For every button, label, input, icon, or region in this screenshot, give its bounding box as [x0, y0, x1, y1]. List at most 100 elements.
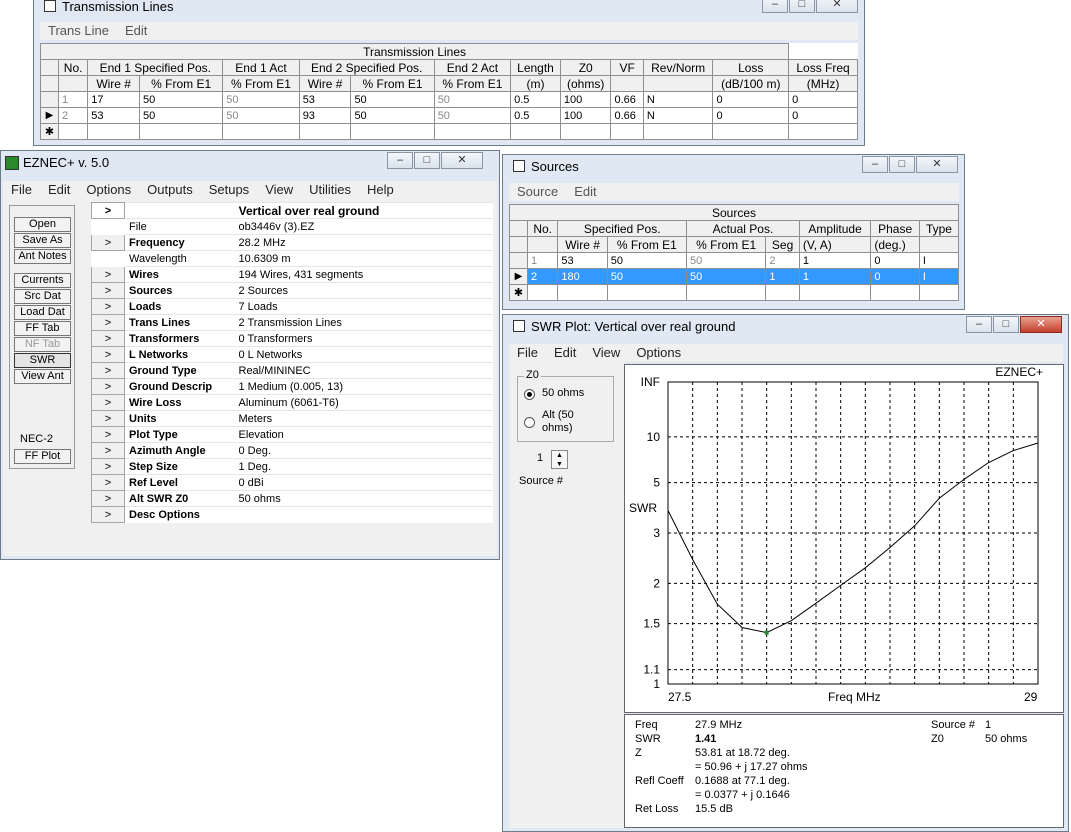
- maximize-icon[interactable]: □: [414, 152, 440, 169]
- cell[interactable]: 180: [557, 268, 608, 285]
- cell[interactable]: 50: [606, 252, 688, 269]
- expand-arrow[interactable]: >: [91, 330, 125, 347]
- maximize-icon[interactable]: □: [789, 0, 815, 13]
- expand-arrow[interactable]: >: [91, 442, 125, 459]
- expand-arrow[interactable]: >: [91, 506, 125, 523]
- param-row-sources[interactable]: > Sources 2 Sources: [91, 282, 493, 299]
- param-row-units[interactable]: > Units Meters: [91, 410, 493, 427]
- menu-view[interactable]: View: [257, 181, 301, 199]
- cell[interactable]: 50: [433, 107, 512, 124]
- expand-arrow[interactable]: >: [91, 458, 125, 475]
- close-icon[interactable]: ✕: [816, 0, 858, 13]
- menu-utilities[interactable]: Utilities: [301, 181, 359, 199]
- cell[interactable]: 0.5: [510, 107, 561, 124]
- cell[interactable]: 50: [433, 91, 512, 108]
- eznec-titlebar[interactable]: EZNEC+ v. 5.0 – □ ✕: [1, 151, 499, 175]
- cell[interactable]: 53: [557, 252, 608, 269]
- expand-arrow[interactable]: >: [91, 314, 125, 331]
- expand-arrow[interactable]: >: [91, 362, 125, 379]
- param-row-plot-type[interactable]: > Plot Type Elevation: [91, 426, 493, 443]
- cell[interactable]: 2: [765, 252, 800, 269]
- cell[interactable]: 0: [788, 107, 858, 124]
- menu-view[interactable]: View: [584, 344, 628, 362]
- new-row[interactable]: ✱: [40, 123, 858, 140]
- expand-arrow[interactable]: >: [91, 394, 125, 411]
- spinner-arrows-icon[interactable]: ▲ ▼: [551, 450, 568, 469]
- cell[interactable]: 100: [559, 107, 612, 124]
- cell[interactable]: 50: [350, 107, 435, 124]
- cell[interactable]: I: [918, 268, 960, 285]
- expand-arrow[interactable]: >: [91, 298, 125, 315]
- cell[interactable]: 0: [870, 252, 920, 269]
- param-row-ground-type[interactable]: > Ground Type Real/MININEC: [91, 362, 493, 379]
- cell[interactable]: 2: [57, 107, 89, 124]
- cell[interactable]: 0: [870, 268, 920, 285]
- cell[interactable]: N: [642, 91, 714, 108]
- load-dat-button[interactable]: Load Dat: [14, 305, 71, 320]
- maximize-icon[interactable]: □: [993, 316, 1019, 333]
- cell[interactable]: 50: [139, 91, 224, 108]
- menu-options[interactable]: Options: [78, 181, 139, 199]
- param-row-l-networks[interactable]: > L Networks 0 L Networks: [91, 346, 493, 363]
- expand-arrow[interactable]: >: [91, 234, 125, 251]
- view-ant-button[interactable]: View Ant: [14, 369, 71, 384]
- minimize-icon[interactable]: –: [862, 156, 888, 173]
- param-row-frequency[interactable]: > Frequency 28.2 MHz: [91, 234, 493, 251]
- cell[interactable]: 0.66: [610, 107, 644, 124]
- close-icon[interactable]: ✕: [441, 152, 483, 169]
- cell[interactable]: 50: [139, 107, 224, 124]
- radio-alt-label[interactable]: Alt (50 ohms): [542, 409, 604, 435]
- menu-edit[interactable]: Edit: [566, 183, 604, 201]
- menu-trans-line[interactable]: Trans Line: [40, 22, 117, 40]
- param-row-wire-loss[interactable]: > Wire Loss Aluminum (6061-T6): [91, 394, 493, 411]
- minimize-icon[interactable]: –: [387, 152, 413, 169]
- transmission-lines-titlebar[interactable]: Transmission Lines – □ ✕: [34, 0, 864, 19]
- expand-arrow[interactable]: >: [91, 474, 125, 491]
- param-row-trans-lines[interactable]: > Trans Lines 2 Transmission Lines: [91, 314, 493, 331]
- cell[interactable]: 1: [798, 268, 872, 285]
- radio-alt[interactable]: [524, 417, 535, 428]
- expand-arrow[interactable]: >: [91, 346, 125, 363]
- expand-arrow[interactable]: >: [91, 490, 125, 507]
- currents-button[interactable]: Currents: [14, 273, 71, 288]
- param-row-ground-descrip[interactable]: > Ground Descrip 1 Medium (0.005, 13): [91, 378, 493, 395]
- param-row-azimuth-angle[interactable]: > Azimuth Angle 0 Deg.: [91, 442, 493, 459]
- param-row-wires[interactable]: > Wires 194 Wires, 431 segments: [91, 266, 493, 283]
- cell[interactable]: 53: [298, 91, 352, 108]
- cell[interactable]: 0: [788, 91, 858, 108]
- cell[interactable]: 50: [222, 91, 300, 108]
- close-icon[interactable]: ✕: [1020, 316, 1062, 333]
- cell[interactable]: 93: [298, 107, 352, 124]
- cell[interactable]: 1: [57, 91, 89, 108]
- expand-arrow[interactable]: >: [91, 282, 125, 299]
- minimize-icon[interactable]: –: [966, 316, 992, 333]
- cell[interactable]: 1: [526, 252, 559, 269]
- cell[interactable]: 1: [798, 252, 872, 269]
- table-row-selected[interactable]: ▶ 2 180 50 50 1 1 0 I: [509, 268, 960, 285]
- menu-edit[interactable]: Edit: [546, 344, 584, 362]
- close-icon[interactable]: ✕: [916, 156, 958, 173]
- cell[interactable]: 1: [765, 268, 800, 285]
- swr-titlebar[interactable]: SWR Plot: Vertical over real ground – □ …: [503, 315, 1068, 339]
- expand-arrow[interactable]: >: [91, 410, 125, 427]
- ant-notes-button[interactable]: Ant Notes: [14, 249, 71, 264]
- minimize-icon[interactable]: –: [762, 0, 788, 13]
- sources-titlebar[interactable]: Sources – □ ✕: [503, 155, 964, 179]
- cell[interactable]: N: [642, 107, 714, 124]
- cell[interactable]: 0.5: [510, 91, 561, 108]
- cell[interactable]: 0: [712, 107, 790, 124]
- expand-arrow[interactable]: >: [91, 426, 125, 443]
- cell[interactable]: 0: [712, 91, 790, 108]
- new-row[interactable]: ✱: [509, 284, 960, 301]
- expand-arrow[interactable]: >: [91, 378, 125, 395]
- menu-outputs[interactable]: Outputs: [139, 181, 201, 199]
- table-row[interactable]: ▶ 2 53 50 50 93 50 50 0.5 100 0.66 N 0 0: [40, 107, 858, 124]
- open-button[interactable]: Open: [14, 217, 71, 232]
- menu-edit[interactable]: Edit: [40, 181, 78, 199]
- menu-help[interactable]: Help: [359, 181, 402, 199]
- param-row-loads[interactable]: > Loads 7 Loads: [91, 298, 493, 315]
- radio-50-ohms[interactable]: [524, 389, 535, 400]
- save-as-button[interactable]: Save As: [14, 233, 71, 248]
- table-row[interactable]: 1 53 50 50 2 1 0 I: [509, 252, 960, 269]
- cell[interactable]: 50: [686, 268, 767, 285]
